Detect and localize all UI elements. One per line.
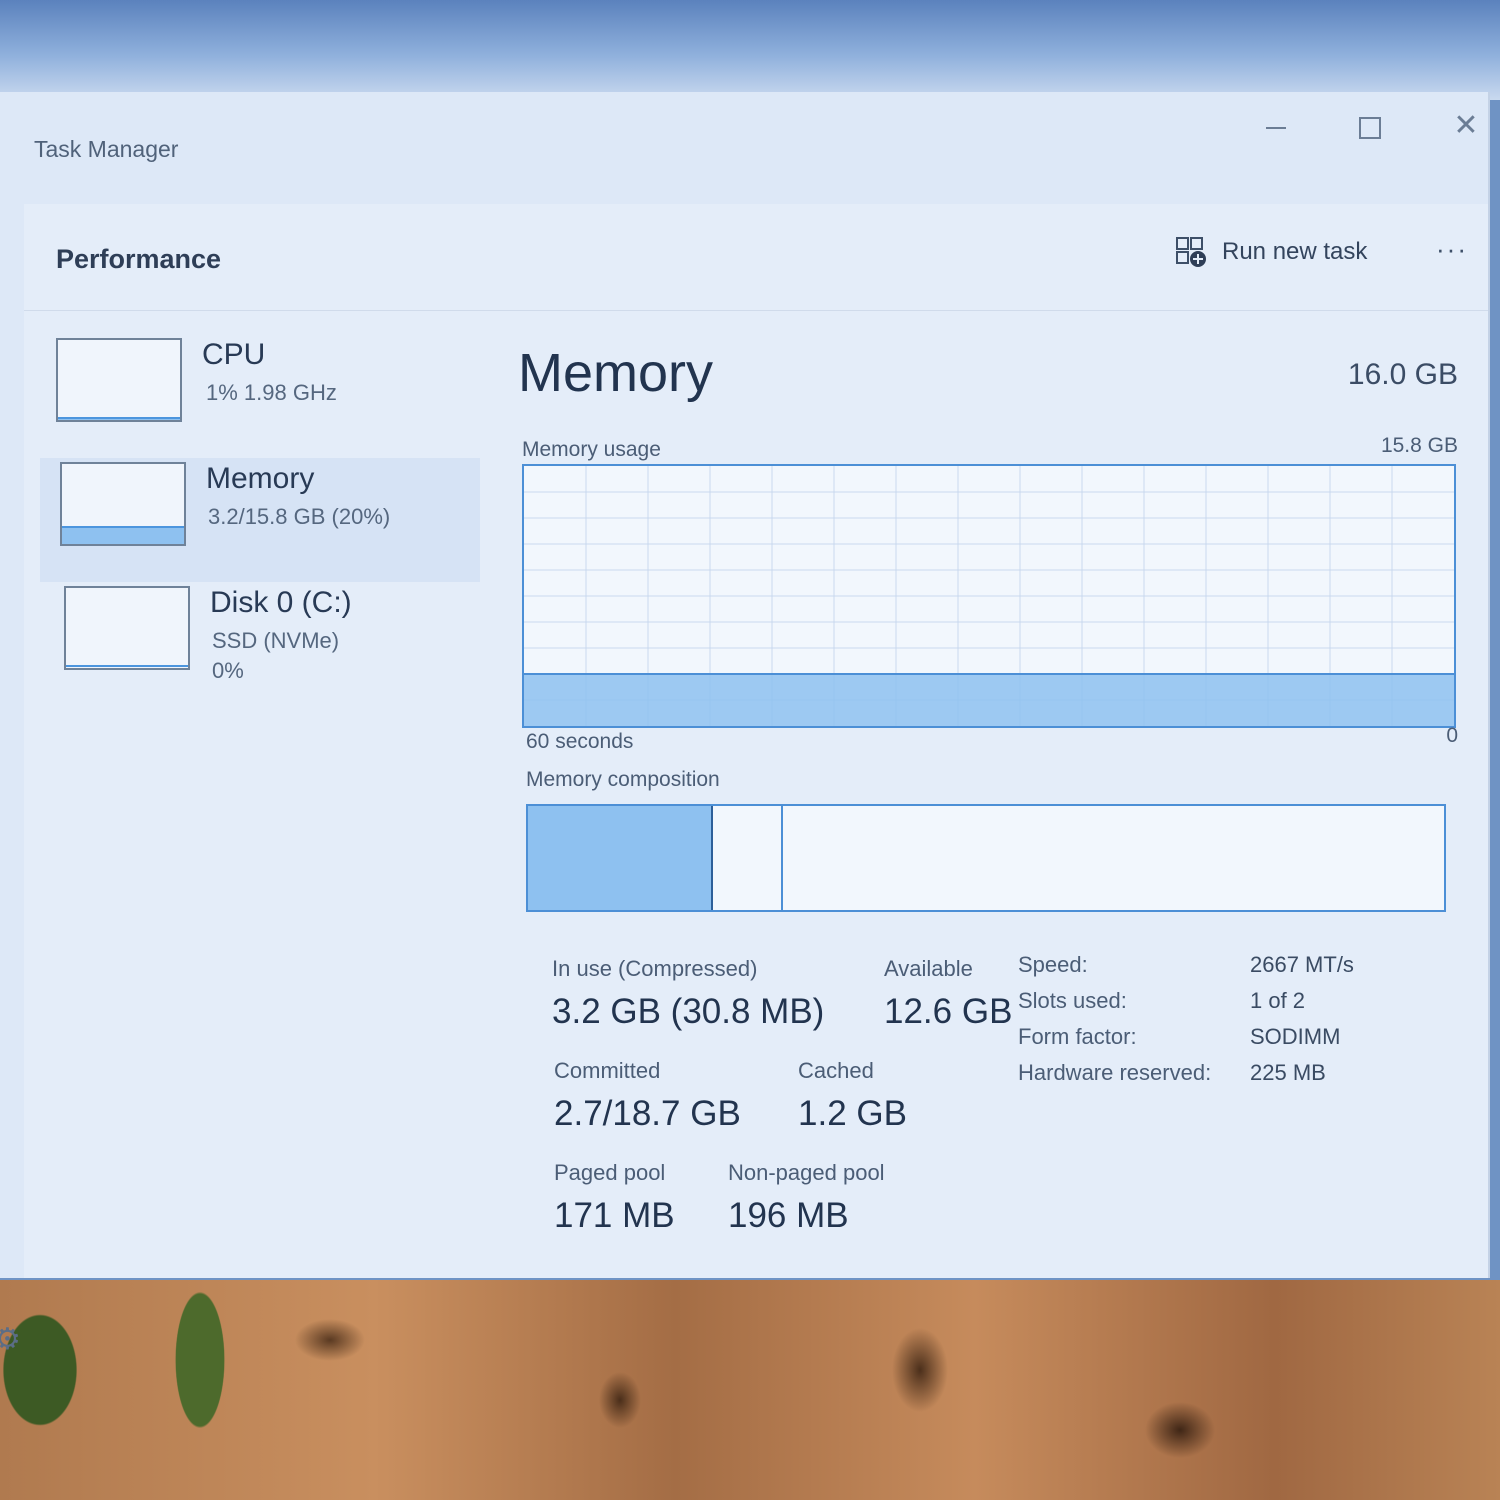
spec-value: SODIMM [1250, 1024, 1341, 1049]
sidebar-item-detail-line: 0% [212, 658, 244, 683]
memory-usage-chart [524, 466, 1454, 726]
sidebar-item-name: Memory [206, 462, 315, 495]
sidebar-item-detail: SSD (NVMe) 0% [212, 626, 339, 686]
wallpaper-sky [0, 0, 1500, 100]
cpu-thumbnail-fill [58, 417, 180, 420]
memory-title: Memory [518, 343, 714, 403]
run-task-icon [1176, 237, 1206, 267]
stat-in-use: In use (Compressed) 3.2 GB (30.8 MB) [552, 956, 824, 1032]
stat-available: Available 12.6 GB [884, 956, 1012, 1032]
window-title: Task Manager [34, 136, 179, 162]
memory-total: 16.0 GB [1347, 358, 1458, 391]
memory-thumbnail-fill [62, 526, 184, 544]
sidebar-item-detail-line: 3.2/15.8 GB (20%) [208, 504, 391, 529]
run-new-task-button[interactable]: Run new task [1174, 232, 1367, 272]
memory-specs: Speed: 2667 MT/s Slots used: 1 of 2 Form… [1018, 952, 1458, 1096]
spec-value: 1 of 2 [1250, 988, 1306, 1013]
memory-thumbnail-graph [60, 462, 186, 546]
spec-row: Hardware reserved: 225 MB [1018, 1060, 1458, 1096]
stat-value: 2.7/18.7 GB [554, 1094, 741, 1133]
stat-label: Cached [798, 1058, 874, 1083]
maximize-icon [1359, 117, 1381, 140]
spec-key: Speed: [1018, 952, 1088, 977]
stat-label: Paged pool [554, 1160, 666, 1185]
minimize-button[interactable] [1256, 106, 1296, 146]
close-icon: ✕ [1453, 109, 1479, 142]
wallpaper-rock [0, 1280, 1500, 1500]
stat-label: Available [884, 956, 973, 981]
sidebar-item-name: Disk 0 (C:) [210, 586, 352, 619]
sidebar-item-memory[interactable]: Memory 3.2/15.8 GB (20%) [40, 458, 480, 582]
memory-composition-bar [526, 804, 1446, 912]
stat-label: Committed [554, 1058, 661, 1083]
spec-value: 225 MB [1250, 1060, 1326, 1085]
stat-committed: Committed 2.7/18.7 GB [554, 1058, 741, 1134]
cpu-thumbnail-graph [56, 338, 182, 422]
stat-value: 12.6 GB [884, 992, 1013, 1031]
stat-cached: Cached 1.2 GB [798, 1058, 907, 1134]
run-new-task-label: Run new task [1222, 238, 1368, 265]
spec-key: Hardware reserved: [1018, 1060, 1212, 1085]
graph-axis-start-label: 60 seconds [526, 730, 634, 753]
sidebar-item-name: CPU [202, 338, 266, 371]
stat-non-paged-pool: Non-paged pool 196 MB [728, 1160, 885, 1236]
stat-value: 196 MB [728, 1196, 849, 1235]
graph-axis-end-label: 0 [1446, 724, 1458, 747]
composition-in-use-segment [528, 806, 714, 910]
sidebar-item-cpu[interactable]: CPU 1% 1.98 GHz [40, 334, 480, 458]
memory-usage-graph [522, 464, 1456, 728]
disk-thumbnail-fill [66, 665, 188, 668]
stat-value: 3.2 GB (30.8 MB) [552, 992, 825, 1031]
memory-usage-label: Memory usage [522, 438, 661, 461]
spec-key: Slots used: [1018, 988, 1127, 1013]
sidebar-item-disk[interactable]: Disk 0 (C:) SSD (NVMe) 0% [40, 582, 480, 706]
performance-sidebar: CPU 1% 1.98 GHz Memory 3.2/15.8 GB (20%)… [40, 334, 480, 706]
spec-value: 2667 MT/s [1250, 952, 1354, 977]
maximize-button[interactable] [1350, 106, 1390, 146]
page-header: Performance Run new task ··· [24, 204, 1488, 311]
stat-value: 1.2 GB [798, 1094, 907, 1133]
sidebar-item-detail: 3.2/15.8 GB (20%) [208, 502, 390, 532]
task-manager-window: Task Manager ✕ Performance Run new task … [0, 92, 1490, 1356]
title-bar: Task Manager ✕ [0, 92, 1488, 204]
spec-row: Speed: 2667 MT/s [1018, 952, 1458, 988]
stat-label: Non-paged pool [728, 1160, 885, 1185]
memory-usage-area [524, 674, 1454, 726]
stat-label: In use (Compressed) [552, 956, 758, 981]
spec-key: Form factor: [1018, 1024, 1137, 1049]
sidebar-item-detail: 1% 1.98 GHz [206, 378, 337, 408]
spec-row: Form factor: SODIMM [1018, 1024, 1458, 1060]
more-options-button[interactable]: ··· [1436, 234, 1468, 265]
memory-usage-max: 15.8 GB [1380, 434, 1458, 457]
stat-paged-pool: Paged pool 171 MB [554, 1160, 675, 1236]
composition-modified-segment [711, 806, 783, 910]
content-area: Performance Run new task ··· CPU 1% 1.98… [24, 204, 1488, 1278]
minimize-icon [1266, 127, 1286, 130]
sidebar-item-detail-line: SSD (NVMe) [212, 628, 340, 653]
stat-value: 171 MB [554, 1196, 675, 1235]
close-button[interactable]: ✕ [1446, 106, 1486, 146]
memory-composition-label: Memory composition [526, 768, 720, 791]
page-title: Performance [56, 244, 222, 274]
settings-gear-icon[interactable]: ⚙ [0, 1322, 21, 1357]
sidebar-item-detail-line: 1% 1.98 GHz [206, 380, 337, 405]
spec-row: Slots used: 1 of 2 [1018, 988, 1458, 1024]
disk-thumbnail-graph [64, 586, 190, 670]
